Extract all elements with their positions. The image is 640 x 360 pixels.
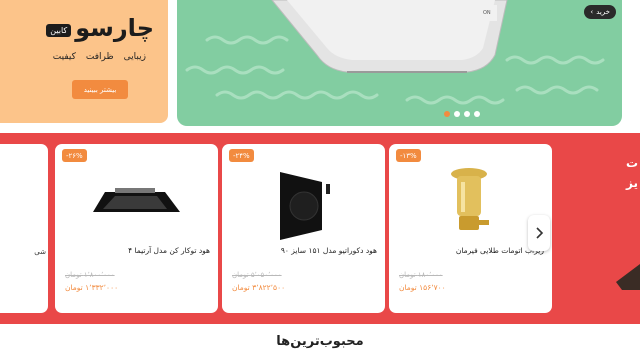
buy-label: خرید: [596, 8, 610, 16]
tag-item: کیفیت: [52, 52, 76, 62]
chevron-right-icon: [536, 227, 544, 239]
slider-dot[interactable]: [474, 111, 480, 117]
slider-dots: [444, 111, 480, 117]
tag-item: زیبایی: [123, 52, 146, 62]
brand-tags: زیبایی ظرافت کیفیت: [53, 52, 146, 62]
tag-item: ظرافت: [85, 52, 114, 62]
see-more-button[interactable]: بیشتر ببینید: [72, 80, 128, 99]
section-title: محبوب‌ترین‌ها: [276, 334, 364, 349]
product-card[interactable]: -۲۴% هود دکوراتیو مدل ۱۵۱ سایز ۹۰ ۵٬۰۵۰٬…: [222, 144, 385, 313]
discount-badge: -۱۳%: [396, 149, 421, 162]
product-image: [93, 188, 180, 212]
strip-side-text: یز: [626, 176, 638, 190]
svg-text:ON: ON: [483, 10, 491, 16]
new-price: ۱٬۳۳۲٬۰۰۰ تومان: [65, 283, 119, 292]
brand-badge: کابین: [46, 24, 72, 37]
old-price: ۱٬۸۰۰٬۰۰۰ تومان: [65, 271, 115, 279]
hero-banner[interactable]: ON ‹ خرید: [177, 0, 622, 126]
product-title[interactable]: هود توکار کن مدل آرتیما ۴: [128, 246, 210, 255]
slider-dot[interactable]: [444, 111, 450, 117]
brand-promo-card[interactable]: کابین چارسو زیبایی ظرافت کیفیت بیشتر ببی…: [0, 0, 168, 123]
product-title[interactable]: هود دکوراتیو مدل ۱۵۱ سایز ۹۰: [281, 246, 377, 255]
page: کابین چارسو زیبایی ظرافت کیفیت بیشتر ببی…: [0, 0, 640, 360]
old-price: ۵٬۰۵۰٬۰۰۰ تومان: [232, 271, 282, 279]
product-image: [280, 172, 330, 240]
old-price: ۱۸۰٬۰۰۰ تومان: [399, 271, 443, 279]
new-price: ۱۵۶٬۷۰۰ تومان: [399, 283, 446, 292]
brand-name: چارسو: [75, 14, 154, 42]
hero-illustration: ON: [185, 0, 605, 105]
arrow-left-icon: ‹: [590, 8, 594, 16]
discount-badge: -۲۶%: [62, 149, 87, 162]
slider-dot[interactable]: [464, 111, 470, 117]
product-card[interactable]: -۲۶% هود توکار کن مدل آرتیما ۴ ۱٬۸۰۰٬۰۰۰…: [55, 144, 218, 313]
new-price: ۳٬۸۲۲٬۵۰۰ تومان: [232, 283, 286, 292]
carousel-next-button[interactable]: [528, 215, 550, 251]
discount-badge: -۲۴%: [229, 149, 254, 162]
partial-product-image: [616, 264, 640, 290]
brand-logo: کابین چارسو: [46, 14, 154, 42]
product-card-partial[interactable]: شی: [0, 144, 48, 313]
strip-side-text: ت: [625, 156, 638, 170]
buy-button[interactable]: ‹ خرید: [584, 5, 616, 19]
partial-title: شی: [34, 248, 46, 256]
slider-dot[interactable]: [454, 111, 460, 117]
